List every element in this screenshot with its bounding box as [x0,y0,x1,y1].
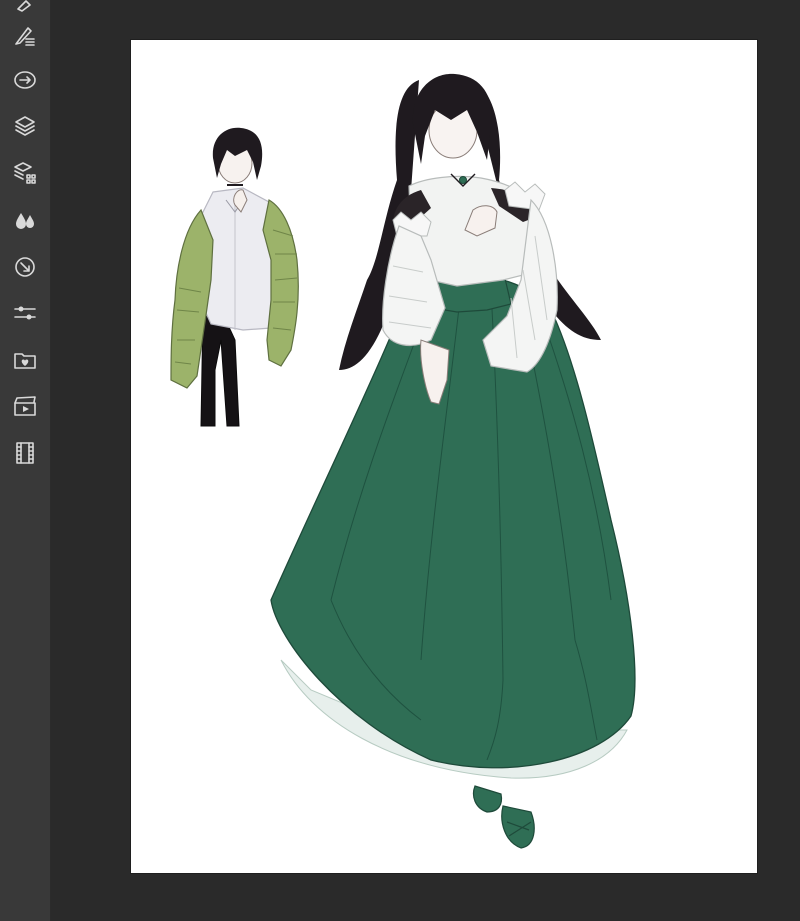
color-drops-icon[interactable] [7,202,43,238]
brush-partial-icon[interactable] [7,0,43,18]
drawing-app [0,0,800,921]
animation-clapper-icon[interactable] [7,388,43,424]
female-figure [270,73,636,849]
brush-settings-icon[interactable] [7,17,43,53]
reference-icon[interactable] [7,249,43,285]
filmstrip-icon[interactable] [7,435,43,471]
layers-icon[interactable] [7,108,43,144]
tool-sidebar [0,0,51,921]
artwork [170,73,636,849]
layer-effects-icon[interactable] [7,155,43,191]
adjustments-icon[interactable] [7,295,43,331]
drawing-canvas[interactable] [131,40,757,873]
favorites-folder-icon[interactable] [7,342,43,378]
male-figure [170,127,299,427]
transform-icon[interactable] [7,62,43,98]
